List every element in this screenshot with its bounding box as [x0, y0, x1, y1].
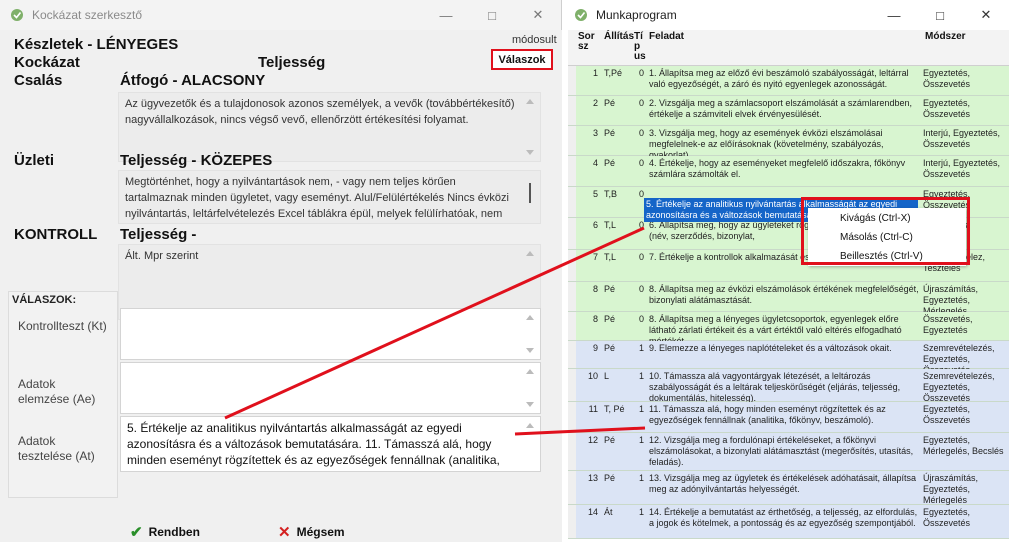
connector-line-5 — [224, 226, 645, 420]
connector-line-11 — [514, 426, 646, 436]
annotation-connector-lines — [224, 226, 646, 436]
